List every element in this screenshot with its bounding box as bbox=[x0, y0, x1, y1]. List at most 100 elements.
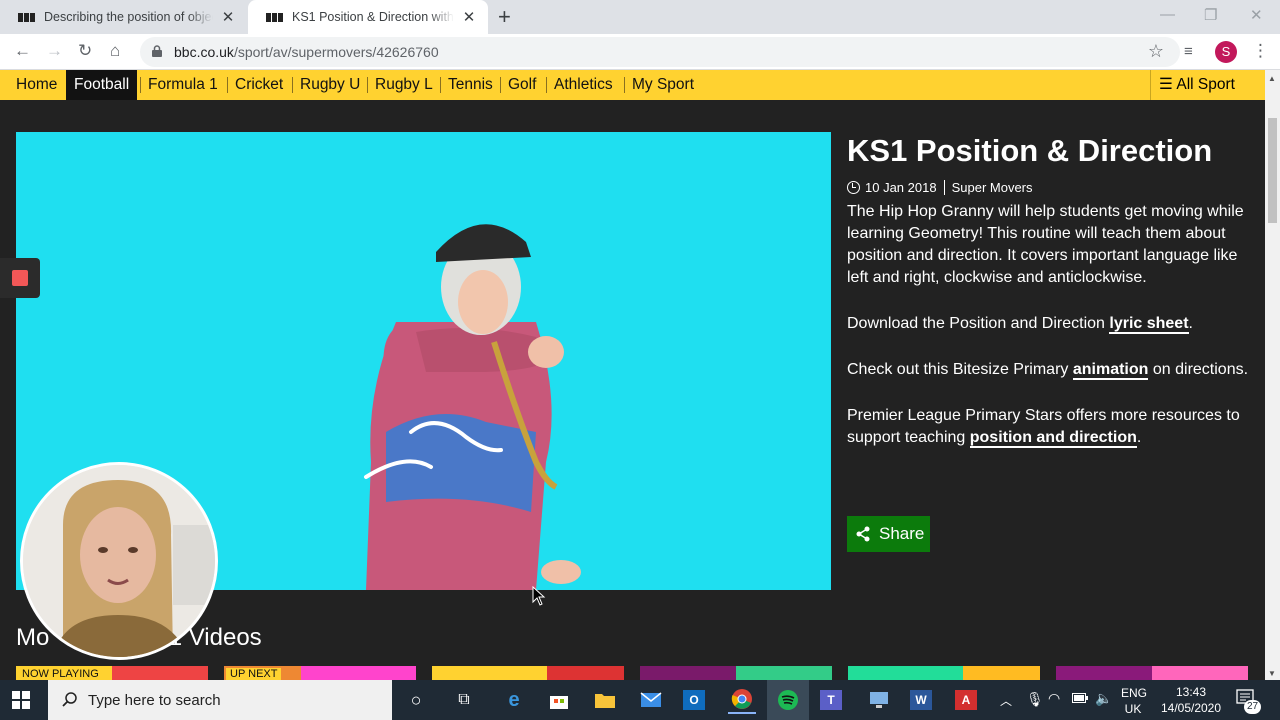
search-icon bbox=[62, 692, 77, 707]
url-text: bbc.co.uk/sport/av/supermovers/42626760 bbox=[174, 44, 439, 60]
nav-formula-1[interactable]: Formula 1 bbox=[140, 70, 226, 100]
address-bar[interactable]: bbc.co.uk/sport/av/supermovers/42626760 … bbox=[140, 37, 1180, 67]
home-icon[interactable]: ⌂ bbox=[110, 41, 120, 61]
file-explorer-icon[interactable] bbox=[591, 686, 619, 714]
close-tab-icon[interactable]: ✕ bbox=[460, 8, 478, 26]
word-icon[interactable]: W bbox=[910, 690, 932, 710]
page-scrollbar[interactable]: ▲ ▼ bbox=[1265, 70, 1280, 680]
all-sport-label: All Sport bbox=[1176, 76, 1235, 93]
close-tab-icon[interactable]: ✕ bbox=[219, 8, 237, 26]
nav-rugby-league[interactable]: Rugby L bbox=[367, 70, 441, 100]
nav-rugby-union[interactable]: Rugby U bbox=[292, 70, 368, 100]
share-icon bbox=[856, 526, 870, 542]
remote-desktop-icon[interactable] bbox=[865, 686, 893, 714]
series-name: Super Movers bbox=[951, 179, 1033, 195]
profile-avatar[interactable]: S bbox=[1215, 41, 1237, 63]
webcam-person-image bbox=[23, 465, 215, 657]
video-info-panel: KS1 Position & Direction 10 Jan 2018 Sup… bbox=[847, 132, 1252, 449]
record-button[interactable] bbox=[0, 258, 40, 298]
publish-date: 10 Jan 2018 bbox=[865, 179, 937, 195]
back-arrow-icon[interactable]: ← bbox=[14, 41, 31, 61]
tab-title: KS1 Position & Direction with the Hip Ho… bbox=[292, 10, 454, 24]
clock-date-text: 14/05/2020 bbox=[1160, 701, 1222, 715]
menu-kebab-icon[interactable]: ⋮ bbox=[1252, 41, 1269, 61]
nav-home[interactable]: Home bbox=[8, 70, 65, 100]
browser-tab-active[interactable]: KS1 Position & Direction with the Hip Ho… bbox=[248, 0, 488, 34]
mail-icon[interactable] bbox=[637, 686, 665, 714]
windows-taskbar: Type here to search ○ ⧉ e O T W A ︿ 🎙 ◠ … bbox=[0, 680, 1280, 720]
outlook-icon[interactable]: O bbox=[683, 690, 705, 710]
nav-cricket[interactable]: Cricket bbox=[227, 70, 291, 100]
windows-start-icon[interactable] bbox=[12, 691, 30, 709]
close-window-icon[interactable]: ✕ bbox=[1250, 6, 1263, 24]
share-button[interactable]: Share bbox=[847, 516, 930, 552]
video-thumbnail[interactable]: UP NEXT bbox=[224, 666, 416, 680]
browser-tab-strip: Describing the position of objects ✕ KS1… bbox=[0, 0, 1280, 34]
video-thumbnail[interactable] bbox=[848, 666, 1040, 680]
restore-icon[interactable]: ❐ bbox=[1204, 6, 1217, 24]
video-thumbnail[interactable] bbox=[640, 666, 832, 680]
description-paragraph: Download the Position and Direction lyri… bbox=[847, 315, 1193, 334]
nav-athletics[interactable]: Athletics bbox=[546, 70, 621, 100]
acrobat-icon[interactable]: A bbox=[955, 690, 977, 710]
scrollbar-thumb[interactable] bbox=[1268, 118, 1277, 223]
bbc-favicon-icon bbox=[266, 11, 284, 23]
cortana-icon[interactable]: ○ bbox=[402, 686, 430, 714]
battery-icon[interactable] bbox=[1072, 692, 1088, 706]
notification-count-badge: 27 bbox=[1244, 700, 1262, 714]
forward-arrow-icon[interactable]: → bbox=[46, 41, 63, 61]
language-indicator[interactable]: ENG UK bbox=[1121, 685, 1147, 717]
lock-icon bbox=[152, 45, 162, 57]
edge-icon[interactable]: e bbox=[500, 686, 528, 714]
wifi-icon[interactable]: ◠ bbox=[1048, 690, 1060, 707]
store-icon[interactable] bbox=[545, 686, 573, 714]
meta-divider bbox=[943, 179, 945, 195]
volume-icon[interactable]: 🔈 bbox=[1095, 690, 1112, 707]
scroll-down-icon[interactable]: ▼ bbox=[1268, 669, 1276, 678]
description-paragraph: Check out this Bitesize Primary animatio… bbox=[847, 361, 1249, 380]
teams-icon[interactable]: T bbox=[820, 690, 842, 710]
new-tab-icon[interactable]: + bbox=[498, 4, 511, 30]
bbc-favicon-icon bbox=[18, 11, 36, 23]
media-control-icon[interactable]: ≡ bbox=[1184, 43, 1193, 60]
tray-expand-icon[interactable]: ︿ bbox=[1000, 692, 1012, 709]
now-playing-badge: NOW PLAYING bbox=[18, 668, 103, 680]
chrome-icon[interactable] bbox=[728, 686, 756, 714]
clock-icon bbox=[847, 180, 860, 194]
lyric-sheet-link[interactable]: lyric sheet bbox=[1109, 315, 1189, 334]
video-thumbnail[interactable]: NOW PLAYING bbox=[16, 666, 208, 680]
clock-time: 13:43 bbox=[1175, 685, 1207, 699]
video-description: The Hip Hop Granny will help students ge… bbox=[847, 201, 1252, 449]
clock-date[interactable]: 13:43 14/05/2020 bbox=[1156, 684, 1226, 716]
spotify-icon[interactable] bbox=[767, 680, 809, 720]
video-meta: 10 Jan 2018 Super Movers bbox=[847, 178, 1252, 196]
video-thumbnail[interactable] bbox=[432, 666, 624, 680]
tab-title: Describing the position of objects bbox=[44, 10, 213, 24]
hamburger-icon: ☰ bbox=[1159, 76, 1177, 93]
animation-link[interactable]: animation bbox=[1072, 361, 1149, 380]
record-stop-icon bbox=[12, 270, 28, 286]
all-sport-menu[interactable]: ☰ All Sport bbox=[1150, 70, 1265, 100]
nav-my-sport[interactable]: My Sport bbox=[624, 70, 702, 100]
browser-tab-inactive[interactable]: Describing the position of objects ✕ bbox=[0, 0, 247, 34]
scroll-up-icon[interactable]: ▲ bbox=[1268, 74, 1276, 83]
video-thumbnail[interactable] bbox=[1056, 666, 1248, 680]
minimize-icon[interactable]: — bbox=[1160, 6, 1175, 23]
browser-toolbar: ← → ↻ ⌂ bbc.co.uk/sport/av/supermovers/4… bbox=[0, 34, 1280, 70]
task-view-icon[interactable]: ⧉ bbox=[450, 686, 478, 714]
reload-icon[interactable]: ↻ bbox=[78, 41, 92, 61]
share-label: Share bbox=[879, 524, 925, 543]
taskbar-search-box[interactable]: Type here to search bbox=[48, 680, 392, 720]
sport-navigation: Home Football Formula 1 Cricket Rugby U … bbox=[0, 70, 1265, 100]
page-title: KS1 Position & Direction bbox=[847, 133, 1213, 168]
up-next-badge: UP NEXT bbox=[226, 668, 282, 680]
description-paragraph: Premier League Primary Stars offers more… bbox=[847, 407, 1240, 448]
webcam-overlay[interactable] bbox=[20, 462, 218, 660]
nav-golf[interactable]: Golf bbox=[500, 70, 544, 100]
nav-tennis[interactable]: Tennis bbox=[440, 70, 501, 100]
position-and-direction-link[interactable]: position and direction bbox=[969, 429, 1137, 448]
bookmark-star-icon[interactable]: ☆ bbox=[1148, 41, 1164, 62]
microphone-icon[interactable]: 🎙 bbox=[1026, 691, 1044, 708]
nav-football[interactable]: Football bbox=[66, 70, 138, 100]
search-placeholder: Type here to search bbox=[88, 692, 221, 709]
